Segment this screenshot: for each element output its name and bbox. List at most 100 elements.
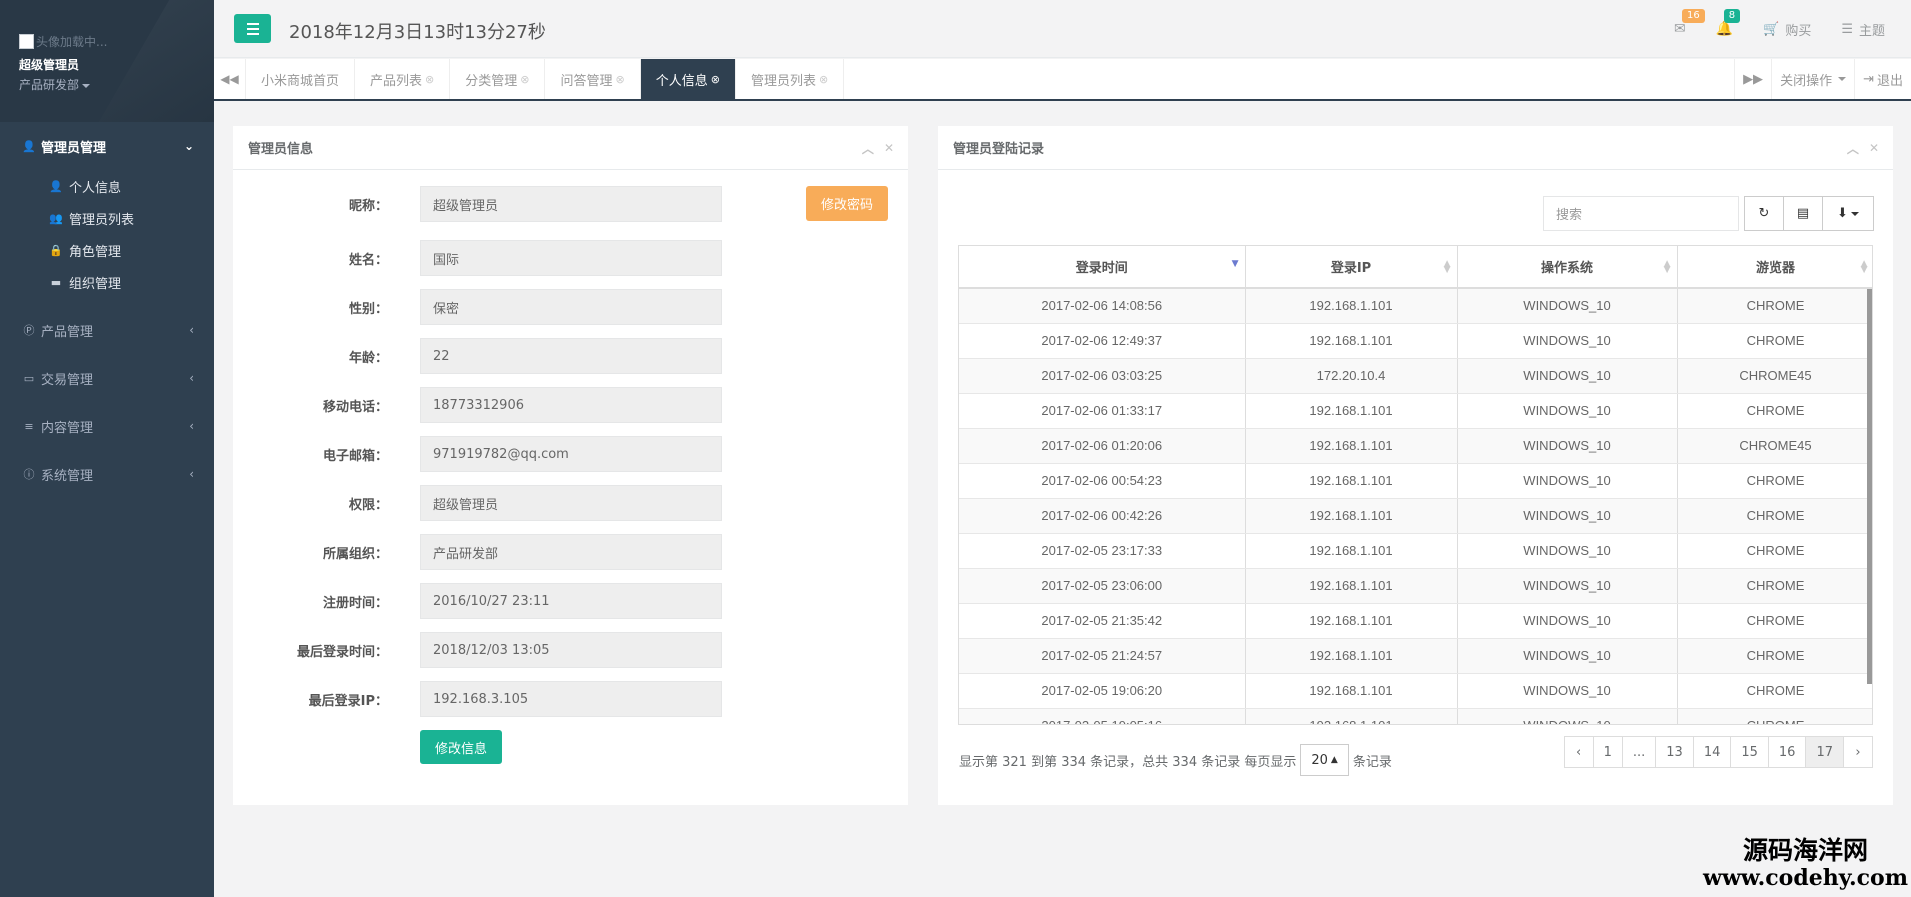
table-row[interactable]: 2017-02-05 23:17:33 192.168.1.101 WINDOWS_… (959, 533, 1872, 569)
field-value[interactable]: 保密 (420, 289, 722, 325)
mail-icon[interactable]: ✉ 16 (1674, 9, 1705, 37)
sidebar-subitem[interactable]: 👤 个人信息 (0, 170, 214, 202)
login-log-title: 管理员登陆记录 (953, 142, 1045, 157)
refresh-button[interactable]: ↻ (1744, 196, 1784, 231)
field-value[interactable]: 产品研发部 (420, 534, 722, 570)
sidebar-subitem[interactable]: 👥 管理员列表 (0, 202, 214, 234)
table-row[interactable]: 2017-02-05 19:05:16192.168.1.101WINDOWS_… (959, 708, 1872, 724)
close-operations-dropdown[interactable]: 关闭操作 (1771, 59, 1854, 99)
tab-scroll-left-icon[interactable]: ◀◀ (214, 59, 246, 99)
table-row[interactable]: 2017-02-06 14:08:56 192.168.1.101 WINDOWS_… (959, 288, 1872, 324)
tab-close-icon[interactable]: ⊗ (616, 73, 625, 86)
table-row[interactable]: 2017-02-06 12:49:37 192.168.1.101 WINDOWS_… (959, 323, 1872, 359)
field-value[interactable]: 超级管理员 (420, 186, 722, 222)
avatar: 头像加载中... (19, 30, 214, 52)
tabs: 小米商城首页 产品列表 ⊗ 分类管理 ⊗ 问答管理 ⊗ 个人信息 ⊗ 管理员列表 ⊗ (246, 59, 845, 99)
tab-close-icon[interactable]: ⊗ (520, 73, 529, 86)
theme-link[interactable]: ☰ 主题 (1841, 20, 1885, 39)
columns-button[interactable]: ▤ (1783, 196, 1823, 231)
buy-link[interactable]: 🛒 购买 (1763, 20, 1811, 39)
table-row[interactable]: 2017-02-05 23:06:00 192.168.1.101 WINDOWS_… (959, 568, 1872, 604)
export-button[interactable]: ⬇ (1822, 196, 1874, 231)
table-row[interactable]: 2017-02-05 19:06:20 192.168.1.101 WINDOWS_… (959, 673, 1872, 709)
table-cell: WINDOWS_10 (1457, 638, 1678, 674)
page-button[interactable]: 16 (1767, 736, 1807, 768)
column-header[interactable]: 操作系统 ▲ ▼ (1457, 246, 1678, 289)
table-row[interactable]: 2017-02-06 03:03:25 172.20.10.4 WINDOWS_10… (959, 358, 1872, 394)
page-button[interactable]: 1 (1592, 736, 1623, 768)
close-icon[interactable]: ✕ (1869, 141, 1879, 155)
collapse-icon[interactable]: ︿ (1847, 140, 1859, 157)
page-button[interactable]: ... (1621, 736, 1657, 768)
collapse-icon[interactable]: ︿ (862, 140, 874, 157)
sidebar-item-3[interactable]: ≡ 内容管理 ‹ (0, 402, 214, 450)
table-row[interactable]: 2017-02-06 00:54:23 192.168.1.101 WINDOWS_… (959, 463, 1872, 499)
next-page-button[interactable]: › (1843, 736, 1873, 768)
sidebar-group: Ⓟ 产品管理 ‹ (0, 306, 214, 354)
logout-button[interactable]: ⇥ 退出 (1854, 59, 1911, 99)
table-cell: 2017-02-06 03:03:25 (959, 358, 1246, 394)
tab-close-icon[interactable]: ⊗ (819, 73, 828, 86)
field-label: 注册时间： (322, 595, 388, 611)
table-cell: 2017-02-06 00:54:23 (959, 463, 1246, 499)
sidebar-group: ⓘ 系统管理 ‹ (0, 450, 214, 498)
sidebar-item-4[interactable]: ⓘ 系统管理 ‹ (0, 450, 214, 498)
table-row[interactable]: 2017-02-05 21:35:42 192.168.1.101 WINDOWS_… (959, 603, 1872, 639)
field-label: 姓名： (348, 252, 388, 268)
close-icon[interactable]: ✕ (884, 141, 894, 155)
search-input[interactable]: 搜索 (1543, 196, 1739, 231)
bell-icon[interactable]: 🔔 8 (1716, 9, 1741, 37)
field-value[interactable]: 971919782@qq.com (420, 436, 722, 472)
table-row[interactable]: 2017-02-06 01:20:06 192.168.1.101 WINDOWS_… (959, 428, 1872, 464)
edit-info-button[interactable]: 修改信息 (420, 730, 502, 764)
column-header[interactable]: 登录时间 ▼ (959, 246, 1246, 289)
tab-close-icon[interactable]: ⊗ (711, 73, 720, 86)
tab-close-icon[interactable]: ⊗ (425, 73, 434, 86)
table-row[interactable]: 2017-02-05 21:24:57 192.168.1.101 WINDOWS_… (959, 638, 1872, 674)
table-cell: 192.168.1.101 (1245, 638, 1458, 674)
sidebar-subitem[interactable]: 🔒 角色管理 (0, 234, 214, 266)
sidebar-item-2[interactable]: ▭ 交易管理 ‹ (0, 354, 214, 402)
form-row: 移动电话： 18773312906 (233, 387, 908, 423)
sidebar-item-1[interactable]: Ⓟ 产品管理 ‹ (0, 306, 214, 354)
chevron-left-icon: ‹ (189, 323, 194, 337)
page-button[interactable]: 14 (1692, 736, 1732, 768)
table-cell: CHROME (1677, 323, 1872, 359)
tab-scroll-right-icon[interactable]: ▶▶ (1734, 59, 1771, 99)
field-value[interactable]: 2016/10/27 23:11 (420, 583, 722, 619)
table-cell: CHROME (1677, 638, 1872, 674)
tab-5[interactable]: 管理员列表 ⊗ (736, 59, 845, 99)
sidebar-menu: 👤 管理员管理 ⌄ 👤 个人信息 👥 管理员列表 🔒 角色管理 ▬ 组织管理 Ⓟ 产品管理 ‹ ▭ 交易管理 ‹… (0, 122, 214, 498)
tab-0[interactable]: 小米商城首页 (246, 59, 356, 99)
change-password-button[interactable]: 修改密码 (806, 186, 888, 221)
menu-toggle-button[interactable] (234, 14, 271, 43)
table-scrollbar[interactable] (1867, 289, 1872, 684)
tab-3[interactable]: 问答管理 ⊗ (545, 59, 641, 99)
sidebar-subitem[interactable]: ▬ 组织管理 (0, 266, 214, 298)
user-dept-dropdown[interactable]: 产品研发部 (19, 76, 214, 93)
field-value[interactable]: 18773312906 (420, 387, 722, 423)
field-value[interactable]: 192.168.3.105 (420, 681, 722, 717)
caret-down-icon (82, 83, 91, 88)
table-row[interactable]: 2017-02-06 01:33:17 192.168.1.101 WINDOWS_… (959, 393, 1872, 429)
field-value[interactable]: 超级管理员 (420, 485, 722, 521)
sidebar-subitem-label: 角色管理 (69, 244, 122, 260)
page-size-select[interactable]: 20 ▲ (1300, 744, 1349, 776)
sidebar-item-0[interactable]: 👤 管理员管理 ⌄ (0, 122, 214, 170)
table-row[interactable]: 2017-02-06 00:42:26 192.168.1.101 WINDOWS_… (959, 498, 1872, 534)
field-value[interactable]: 国际 (420, 240, 722, 276)
table-cell: WINDOWS_10 (1457, 533, 1678, 569)
tab-4[interactable]: 个人信息 ⊗ (640, 59, 736, 99)
field-value[interactable]: 22 (420, 338, 722, 374)
table-cell: CHROME (1677, 673, 1872, 709)
page-button[interactable]: 15 (1730, 736, 1769, 768)
column-header[interactable]: 登录IP ▲ ▼ (1245, 246, 1458, 289)
panel-title: 管理员信息 ︿ ✕ (233, 126, 908, 170)
field-value[interactable]: 2018/12/03 13:05 (420, 632, 722, 668)
page-button[interactable]: 17 (1805, 736, 1844, 768)
tab-2[interactable]: 分类管理 ⊗ (450, 59, 546, 99)
tab-1[interactable]: 产品列表 ⊗ (355, 59, 451, 99)
page-button[interactable]: 13 (1655, 736, 1694, 768)
prev-page-button[interactable]: ‹ (1563, 736, 1594, 768)
column-header[interactable]: 游览器 ▲ ▼ (1677, 246, 1872, 289)
